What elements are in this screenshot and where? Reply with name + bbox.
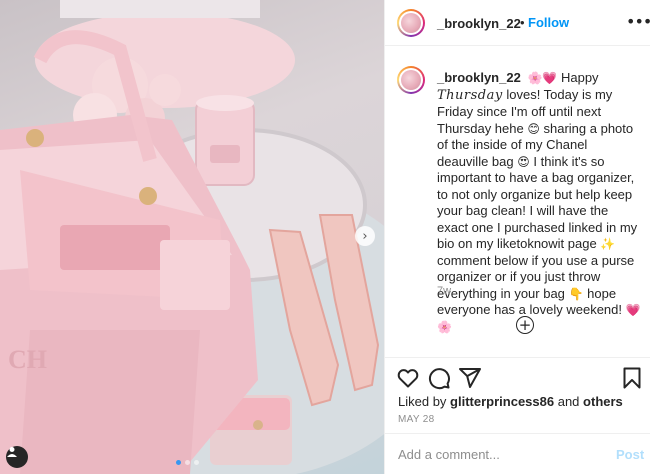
caption-avatar[interactable] — [397, 66, 425, 94]
post-header: _brooklyn_22 • Follow ••• — [385, 0, 650, 46]
next-photo-button[interactable]: › — [355, 226, 375, 246]
caption-text-stylized: Thursday — [437, 87, 503, 103]
liked-by-and: and — [557, 394, 580, 409]
photo-illustration: CH — [0, 0, 384, 474]
separator-dot: • — [520, 15, 525, 30]
avatar[interactable] — [397, 9, 425, 37]
post-time-ago[interactable]: 7w — [437, 285, 451, 297]
post-date[interactable]: MAY 28 — [398, 414, 434, 425]
paper-plane-icon[interactable] — [458, 366, 482, 390]
likes-summary: Liked by glitterprincess86 and others — [398, 394, 623, 409]
post-caption: _brooklyn_22 🌸💗 Happy Thursday loves! To… — [437, 70, 642, 335]
follow-button[interactable]: Follow — [528, 15, 569, 30]
carousel-dot-active — [176, 460, 181, 465]
caption-emoji: 🌸💗 — [527, 71, 558, 85]
liked-by-prefix: Liked by — [398, 394, 447, 409]
load-more-comments-button[interactable]: + — [516, 316, 534, 334]
caption-emoji: ✨ — [600, 237, 616, 251]
liked-by-user[interactable]: glitterprincess86 — [450, 394, 554, 409]
svg-text:CH: CH — [8, 345, 47, 374]
carousel-dot — [194, 460, 199, 465]
heart-icon[interactable] — [396, 366, 420, 390]
liked-by-others[interactable]: others — [583, 394, 623, 409]
comment-icon[interactable] — [427, 366, 451, 390]
caption-emoji: 😊 — [527, 121, 540, 136]
instagram-post: CH › _brooklyn_22 • Follow ••• _brooklyn… — [0, 0, 650, 474]
post-photo[interactable]: CH › — [0, 0, 384, 474]
carousel-indicator — [176, 460, 199, 465]
person-icon-glyph — [7, 447, 17, 457]
caption-username[interactable]: _brooklyn_22 — [437, 70, 521, 85]
bookmark-icon[interactable] — [620, 366, 644, 390]
post-details-panel: _brooklyn_22 • Follow ••• _brooklyn_22 🌸… — [384, 0, 650, 474]
comment-input[interactable] — [398, 447, 598, 462]
action-bar-divider — [385, 357, 650, 359]
person-icon[interactable] — [6, 446, 28, 468]
caption-emoji: 😍 — [517, 154, 530, 169]
caption-text: Happy — [560, 70, 599, 85]
more-options-icon[interactable]: ••• — [626, 12, 650, 31]
caption-emoji: 👇 — [568, 286, 584, 301]
comment-bar: Post — [385, 433, 650, 475]
post-comment-button[interactable]: Post — [616, 447, 644, 462]
header-username[interactable]: _brooklyn_22 — [437, 16, 521, 31]
carousel-dot — [185, 460, 190, 465]
